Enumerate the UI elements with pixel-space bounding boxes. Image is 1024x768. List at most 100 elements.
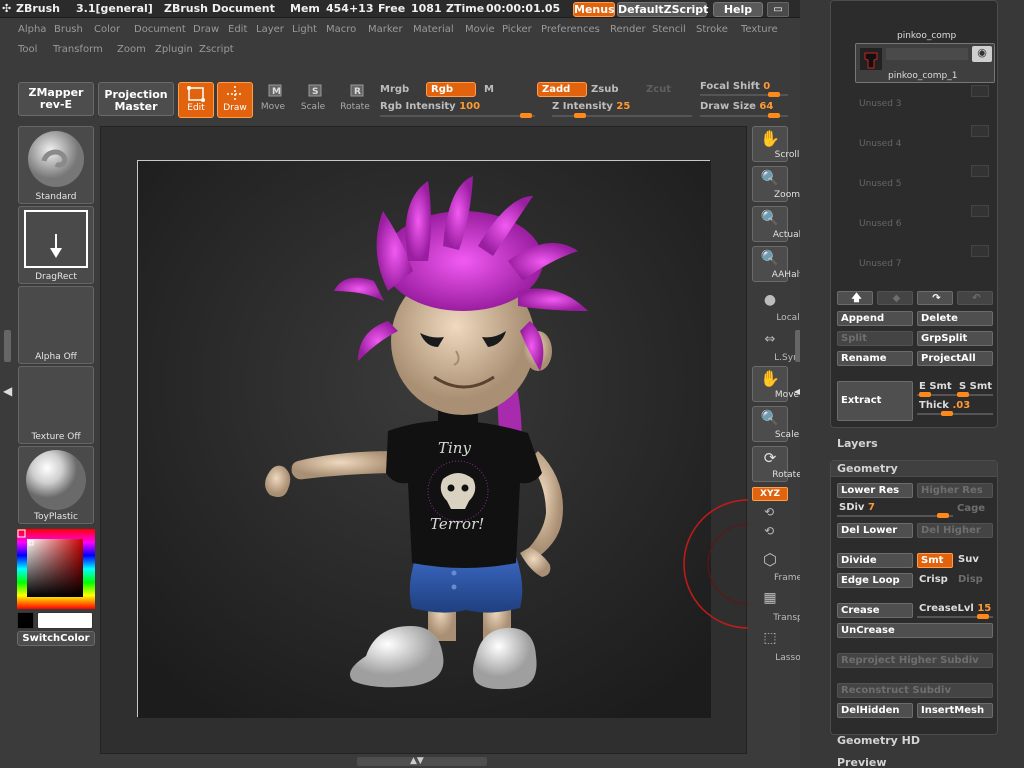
thick-knob[interactable] — [941, 411, 953, 416]
edit-tool-button[interactable]: Edit — [178, 82, 214, 118]
zsub-toggle[interactable]: Zsub — [591, 84, 618, 95]
menu-transform[interactable]: Transform — [53, 44, 103, 55]
focal-shift-knob[interactable] — [768, 92, 780, 97]
scale-view-button[interactable]: 🔍 Scale — [752, 406, 799, 442]
menu-zplugin[interactable]: Zplugin — [155, 44, 193, 55]
delete-button[interactable]: Delete — [917, 311, 993, 326]
rotate-y-icon[interactable]: ⟲ — [764, 505, 774, 519]
lower-res-button[interactable]: Lower Res — [837, 483, 913, 498]
move-tool-button[interactable]: M Move — [255, 82, 291, 118]
visibility-eye-icon[interactable] — [971, 125, 989, 137]
del-lower-button[interactable]: Del Lower — [837, 523, 913, 538]
color-picker[interactable] — [17, 529, 95, 611]
menu-texture[interactable]: Texture — [741, 24, 778, 35]
cage-toggle[interactable]: Cage — [957, 503, 985, 514]
switch-color-button[interactable]: SwitchColor — [17, 631, 95, 646]
smt-toggle[interactable]: Smt — [917, 553, 953, 568]
rgb-toggle[interactable]: Rgb — [426, 82, 476, 97]
subtool-selected-item[interactable]: ◉ pinkoo_comp_1 — [855, 43, 995, 83]
help-button[interactable]: Help — [713, 2, 763, 17]
visibility-eye-icon[interactable] — [971, 85, 989, 97]
canvas-bottom-arrows-icon[interactable]: ▲▼ — [410, 756, 424, 766]
main-color-swatch[interactable] — [37, 612, 93, 629]
divide-button[interactable]: Divide — [837, 553, 913, 568]
subtool-redo-arrow-icon[interactable]: ↷ — [917, 291, 953, 305]
material-selector[interactable]: ToyPlastic — [18, 446, 94, 524]
projection-master-button[interactable]: Projection Master — [98, 82, 174, 116]
zadd-toggle[interactable]: Zadd — [537, 82, 587, 97]
menu-stroke[interactable]: Stroke — [696, 24, 728, 35]
rename-button[interactable]: Rename — [837, 351, 913, 366]
menu-preferences[interactable]: Preferences — [541, 24, 600, 35]
menu-light[interactable]: Light — [292, 24, 317, 35]
default-zscript-button[interactable]: DefaultZScript — [617, 2, 708, 17]
draw-size-slider[interactable] — [700, 113, 788, 118]
e-smt-knob[interactable] — [919, 392, 931, 397]
draw-tool-button[interactable]: Draw — [217, 82, 253, 118]
menu-document[interactable]: Document — [134, 24, 186, 35]
e-smt-label[interactable]: E Smt — [919, 381, 952, 392]
z-intensity-slider[interactable] — [552, 113, 692, 118]
menu-brush[interactable]: Brush — [54, 24, 83, 35]
menu-color[interactable]: Color — [94, 24, 120, 35]
visibility-eye-icon[interactable]: ◉ — [972, 46, 992, 62]
document-canvas[interactable]: Tiny Terror! — [137, 160, 711, 718]
color-picker-swatch[interactable] — [17, 529, 95, 611]
subtool-unused-slot[interactable]: Unused 4 — [855, 125, 995, 165]
dock-icon[interactable]: ▭ — [767, 2, 789, 17]
del-higher-button[interactable]: Del Higher — [917, 523, 993, 538]
subtool-unused-slot[interactable]: Unused 6 — [855, 205, 995, 245]
creaselvl-knob[interactable] — [977, 614, 989, 619]
subtool-unused-slot[interactable]: Unused 3 — [855, 85, 995, 125]
frame-button[interactable]: ⬡ Frame — [752, 548, 802, 584]
reconstruct-subdiv-button[interactable]: Reconstruct Subdiv — [837, 683, 993, 698]
secondary-color-swatch[interactable] — [17, 612, 34, 629]
z-intensity-knob[interactable] — [574, 113, 586, 118]
menu-marker[interactable]: Marker — [368, 24, 403, 35]
menu-render[interactable]: Render — [610, 24, 646, 35]
projectall-button[interactable]: ProjectAll — [917, 351, 993, 366]
xyz-toggle[interactable]: XYZ — [752, 487, 788, 501]
texture-selector[interactable]: Texture Off — [18, 366, 94, 444]
uncrease-button[interactable]: UnCrease — [837, 623, 993, 638]
creaselvl-slider[interactable] — [917, 614, 993, 619]
left-tray-handle[interactable] — [4, 330, 11, 362]
menu-tool[interactable]: Tool — [18, 44, 37, 55]
menus-button[interactable]: Menus — [573, 2, 615, 17]
transp-button[interactable]: ▦ Transp — [752, 588, 802, 624]
mrgb-toggle[interactable]: Mrgb — [380, 84, 409, 95]
higher-res-button[interactable]: Higher Res — [917, 483, 993, 498]
geometry-header[interactable]: Geometry — [837, 462, 898, 475]
draw-size-knob[interactable] — [768, 113, 780, 118]
rotate-view-button[interactable]: ⟳ Rotate — [752, 446, 802, 482]
menu-alpha[interactable]: Alpha — [18, 24, 46, 35]
aahalf-button[interactable]: 🔍 AAHalf — [752, 246, 802, 282]
disp-toggle[interactable]: Disp — [958, 574, 983, 585]
append-button[interactable]: Append — [837, 311, 913, 326]
sdiv-knob[interactable] — [937, 513, 949, 518]
character-model-viewport[interactable]: Tiny Terror! — [138, 161, 711, 718]
menu-stencil[interactable]: Stencil — [652, 24, 686, 35]
scale-tool-button[interactable]: S Scale — [295, 82, 331, 118]
rotate-z-icon[interactable]: ⟲ — [764, 524, 774, 538]
brush-selector[interactable]: Standard — [18, 126, 94, 204]
menu-material[interactable]: Material — [413, 24, 454, 35]
rgb-intensity-slider[interactable] — [380, 113, 535, 118]
preview-header[interactable]: Preview — [837, 756, 887, 768]
stroke-selector[interactable]: DragRect — [18, 206, 94, 284]
menu-zoom[interactable]: Zoom — [117, 44, 146, 55]
suv-toggle[interactable]: Suv — [958, 554, 979, 565]
zoom-button[interactable]: 🔍 Zoom — [752, 166, 800, 202]
smt-sliders[interactable] — [917, 392, 993, 397]
subtool-unused-slot[interactable]: Unused 5 — [855, 165, 995, 205]
menu-macro[interactable]: Macro — [326, 24, 356, 35]
subtool-up-arrow-icon[interactable]: 🡅 — [837, 291, 873, 305]
subtool-back-arrow-icon[interactable]: ↶ — [957, 291, 993, 305]
lasso-button[interactable]: ⬚ Lasso — [752, 628, 800, 664]
visibility-eye-icon[interactable] — [971, 245, 989, 257]
s-smt-knob[interactable] — [957, 392, 969, 397]
lsym-button[interactable]: ⇔ L.Sym — [752, 328, 802, 364]
edge-loop-button[interactable]: Edge Loop — [837, 573, 913, 588]
delhidden-button[interactable]: DelHidden — [837, 703, 913, 718]
m-toggle[interactable]: M — [484, 84, 494, 95]
